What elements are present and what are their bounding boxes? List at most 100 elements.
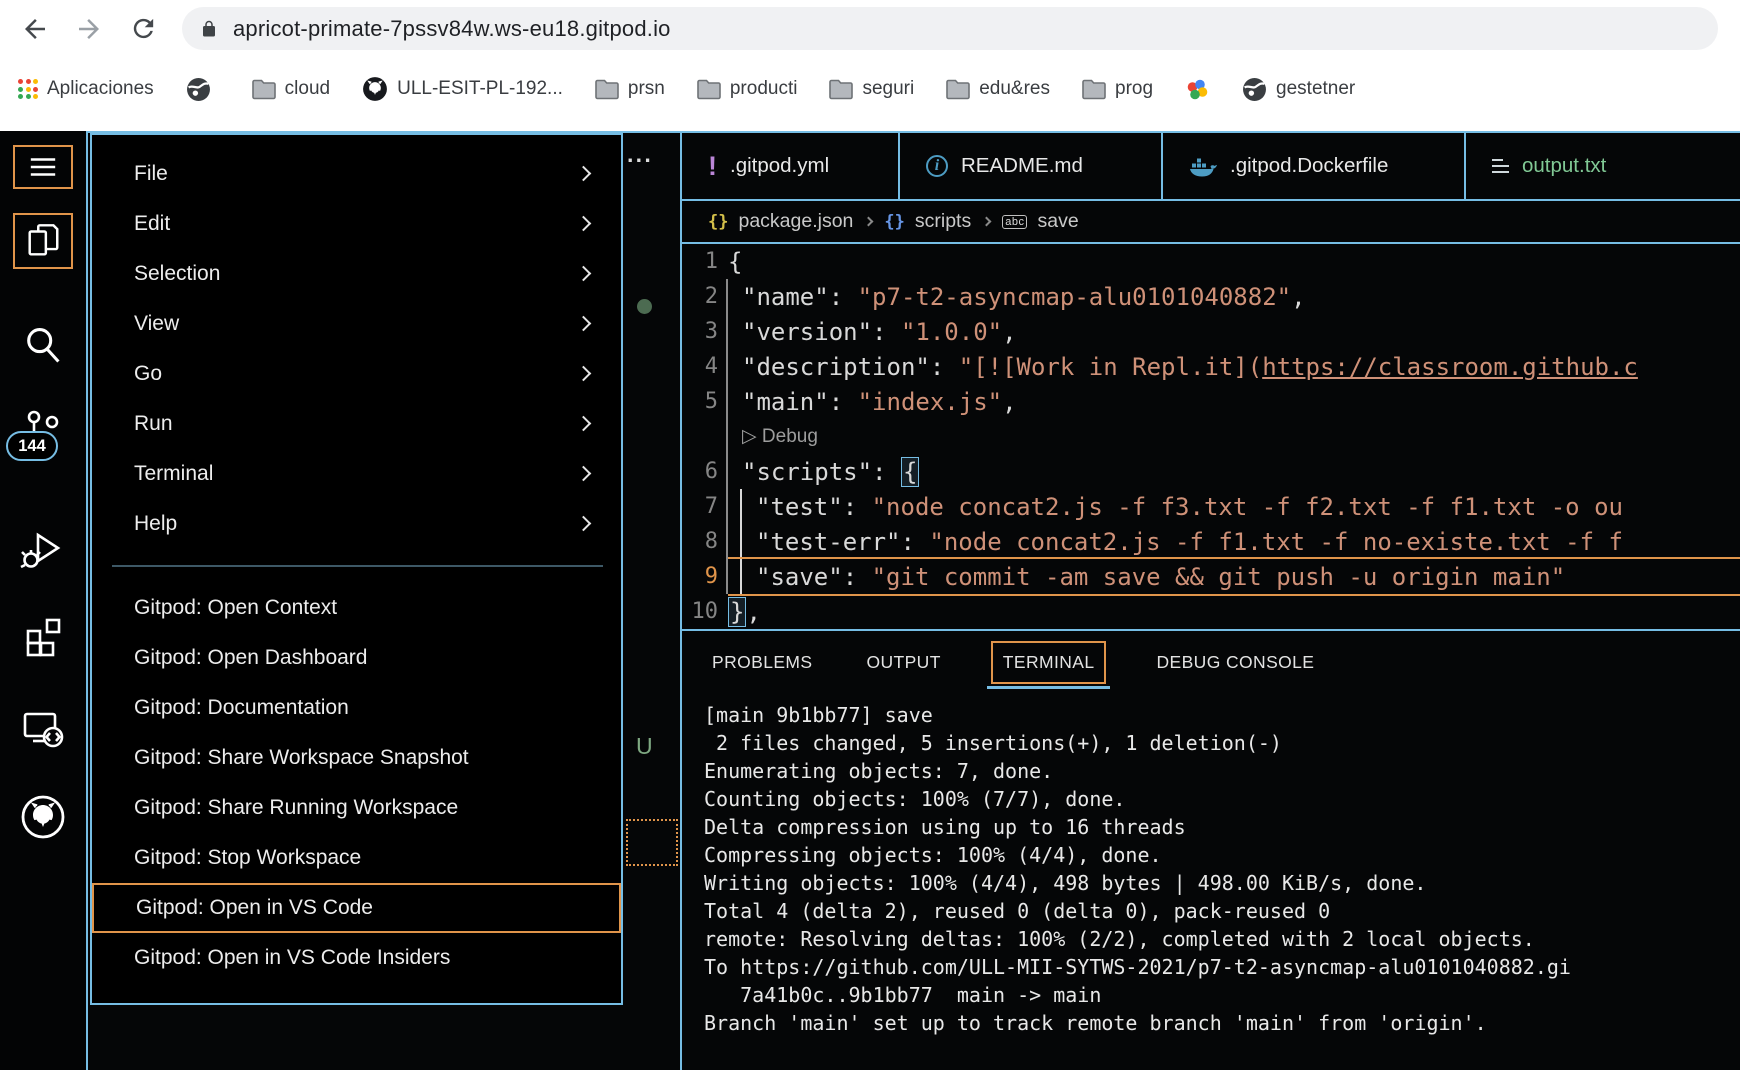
bracket-match: { (901, 457, 919, 487)
menu-hamburger-button[interactable] (0, 145, 86, 189)
breadcrumb: {} package.json {} scripts abc save (682, 201, 1740, 244)
run-debug-icon (20, 527, 66, 573)
panel-tab-terminal[interactable]: TERMINAL (991, 641, 1107, 684)
json-colon: : (843, 493, 872, 521)
menu-item-edit[interactable]: Edit (92, 199, 621, 249)
menu-item-gitpod-open-context[interactable]: Gitpod: Open Context (92, 583, 621, 633)
bookmark-prsn[interactable]: prsn (595, 78, 665, 100)
line-number: 2 (682, 284, 718, 309)
breadcrumb-symbol-save[interactable]: save (1037, 210, 1078, 233)
more-actions-icon[interactable]: ··· (627, 147, 653, 174)
menu-item-gitpod-documentation[interactable]: Gitpod: Documentation (92, 683, 621, 733)
terminal-line: remote: Resolving deltas: 100% (2/2), co… (704, 925, 1740, 953)
menu-item-gitpod-stop-workspace[interactable]: Gitpod: Stop Workspace (92, 833, 621, 883)
codelens-label: Debug (762, 426, 818, 447)
remote-explorer-icon (20, 707, 66, 751)
tab-readme-md[interactable]: i README.md (900, 133, 1163, 199)
menu-item-label: Gitpod: Share Workspace Snapshot (134, 746, 469, 770)
code-line: 6 "scripts": { (682, 454, 1740, 489)
output-lines-icon (1492, 159, 1509, 174)
submenu-chevron-icon (576, 416, 592, 432)
folder-icon (829, 79, 853, 100)
github-button[interactable] (0, 793, 86, 841)
bookmark-photos[interactable] (1185, 77, 1210, 102)
terminal-line: Enumerating objects: 7, done. (704, 757, 1740, 785)
reload-icon[interactable] (128, 14, 158, 44)
terminal-output[interactable]: [main 9b1bb77] save 2 files changed, 5 i… (682, 693, 1740, 1037)
explorer-button[interactable] (0, 213, 86, 269)
terminal-line: Delta compression using up to 16 threads (704, 813, 1740, 841)
search-button[interactable] (0, 323, 86, 367)
menu-item-gitpod-open-dashboard[interactable]: Gitpod: Open Dashboard (92, 633, 621, 683)
submenu-chevron-icon (576, 166, 592, 182)
menu-item-label: Gitpod: Share Running Workspace (134, 796, 458, 820)
folder-icon (252, 79, 276, 100)
bookmark-cloud[interactable]: cloud (252, 78, 330, 100)
menu-item-help[interactable]: Help (92, 499, 621, 549)
bookmark-apps[interactable]: Aplicaciones (18, 78, 154, 100)
menu-item-gitpod-share-workspace-snapshot[interactable]: Gitpod: Share Workspace Snapshot (92, 733, 621, 783)
bookmark-globe[interactable] (186, 77, 220, 102)
menu-item-selection[interactable]: Selection (92, 249, 621, 299)
sidebar-sliver: ··· U (625, 133, 680, 1070)
tab-label: .gitpod.Dockerfile (1230, 154, 1388, 178)
tab-gitpod-dockerfile[interactable]: .gitpod.Dockerfile (1163, 133, 1466, 199)
bookmark-edures[interactable]: edu&res (946, 78, 1050, 100)
code-line: 7 "test": "node concat2.js -f f3.txt -f … (682, 489, 1740, 524)
indent-guide-active (740, 489, 742, 594)
menu-item-gitpod-share-running-workspace[interactable]: Gitpod: Share Running Workspace (92, 783, 621, 833)
bookmark-label: ULL-ESIT-PL-192... (397, 78, 563, 100)
bookmark-producti[interactable]: producti (697, 78, 798, 100)
remote-explorer-button[interactable] (0, 707, 86, 751)
bookmark-label: cloud (285, 78, 330, 100)
menu-item-go[interactable]: Go (92, 349, 621, 399)
bookmark-prog[interactable]: prog (1082, 78, 1153, 100)
code-editor[interactable]: 1 { 2 "name": "p7-t2-asyncmap-alu0101040… (682, 244, 1740, 629)
tab-output-txt[interactable]: output.txt (1466, 133, 1740, 199)
menu-item-file[interactable]: File (92, 149, 621, 199)
json-colon: : (843, 563, 872, 591)
extensions-button[interactable] (0, 613, 86, 657)
codelens-row: ▷ Debug (682, 419, 1740, 454)
bookmark-seguri[interactable]: seguri (829, 78, 914, 100)
line-number: 3 (682, 319, 718, 344)
debug-codelens[interactable]: ▷ Debug (742, 425, 818, 448)
breadcrumb-file[interactable]: package.json (738, 210, 853, 233)
menu-item-label: Gitpod: Open in VS Code (136, 896, 373, 920)
panel-tab-problems[interactable]: PROBLEMS (708, 643, 816, 682)
browser-chrome: apricot-primate-7pssv84w.ws-eu18.gitpod.… (0, 0, 1740, 131)
panel-tab-output[interactable]: OUTPUT (862, 643, 944, 682)
back-icon[interactable] (20, 14, 50, 44)
bookmark-label: seguri (862, 78, 914, 100)
tab-gitpod-yml[interactable]: ! .gitpod.yml (682, 133, 900, 199)
menu-item-gitpod-open-in-vscode-insiders[interactable]: Gitpod: Open in VS Code Insiders (92, 933, 621, 983)
tab-label: README.md (961, 154, 1083, 178)
bookmark-gestetner[interactable]: gestetner (1242, 77, 1355, 102)
line-number: 1 (682, 249, 718, 274)
json-comma: , (746, 598, 760, 626)
forward-icon[interactable] (74, 14, 104, 44)
json-colon: : (829, 388, 858, 416)
json-value-link[interactable]: https://classroom.github.c (1262, 353, 1638, 381)
terminal-line: Compressing objects: 100% (4/4), done. (704, 841, 1740, 869)
bookmark-label: producti (730, 78, 798, 100)
terminal-line: 2 files changed, 5 insertions(+), 1 dele… (704, 729, 1740, 757)
menu-item-view[interactable]: View (92, 299, 621, 349)
breadcrumb-symbol-scripts[interactable]: scripts (915, 210, 971, 233)
source-control-button[interactable]: 144 (0, 409, 86, 449)
menu-item-gitpod-open-in-vscode[interactable]: Gitpod: Open in VS Code (92, 883, 621, 933)
github-icon (19, 793, 67, 841)
folder-icon (946, 79, 970, 100)
git-untracked-badge: U (636, 733, 653, 760)
code-line: 8 "test-err": "node concat2.js -f f1.txt… (682, 524, 1740, 559)
menu-item-label: Go (134, 362, 162, 386)
url-bar[interactable]: apricot-primate-7pssv84w.ws-eu18.gitpod.… (182, 7, 1718, 50)
browser-toolbar: apricot-primate-7pssv84w.ws-eu18.gitpod.… (0, 0, 1740, 57)
menu-item-run[interactable]: Run (92, 399, 621, 449)
code-line: 3 "version": "1.0.0", (682, 314, 1740, 349)
menu-item-terminal[interactable]: Terminal (92, 449, 621, 499)
bookmark-github-repo[interactable]: ULL-ESIT-PL-192... (362, 76, 563, 102)
run-debug-button[interactable] (0, 527, 86, 573)
bookmark-label: edu&res (979, 78, 1050, 100)
panel-tab-debug-console[interactable]: DEBUG CONSOLE (1152, 643, 1318, 682)
